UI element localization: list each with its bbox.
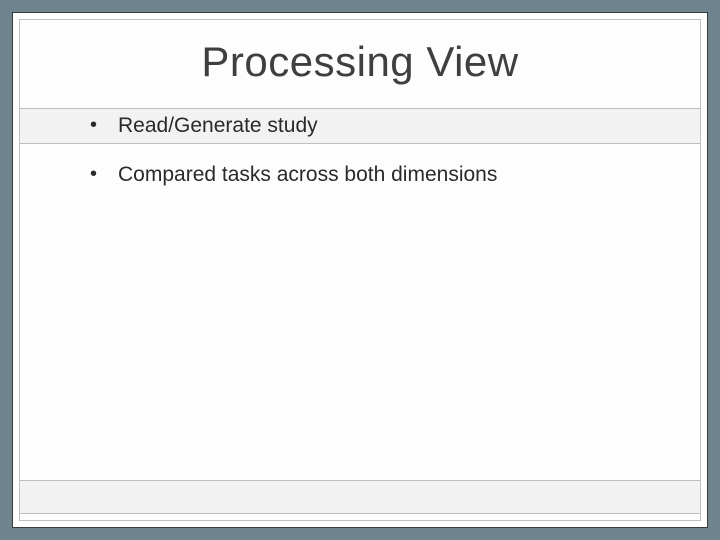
slide-inner: Processing View Read/Generate study Comp… — [19, 19, 701, 521]
list-item: Compared tasks across both dimensions — [90, 161, 670, 188]
slide-title: Processing View — [20, 38, 700, 86]
accent-band-bottom — [20, 480, 700, 514]
slide: Processing View Read/Generate study Comp… — [12, 12, 708, 528]
bullet-list: Read/Generate study Compared tasks acros… — [90, 112, 670, 211]
list-item: Read/Generate study — [90, 112, 670, 139]
